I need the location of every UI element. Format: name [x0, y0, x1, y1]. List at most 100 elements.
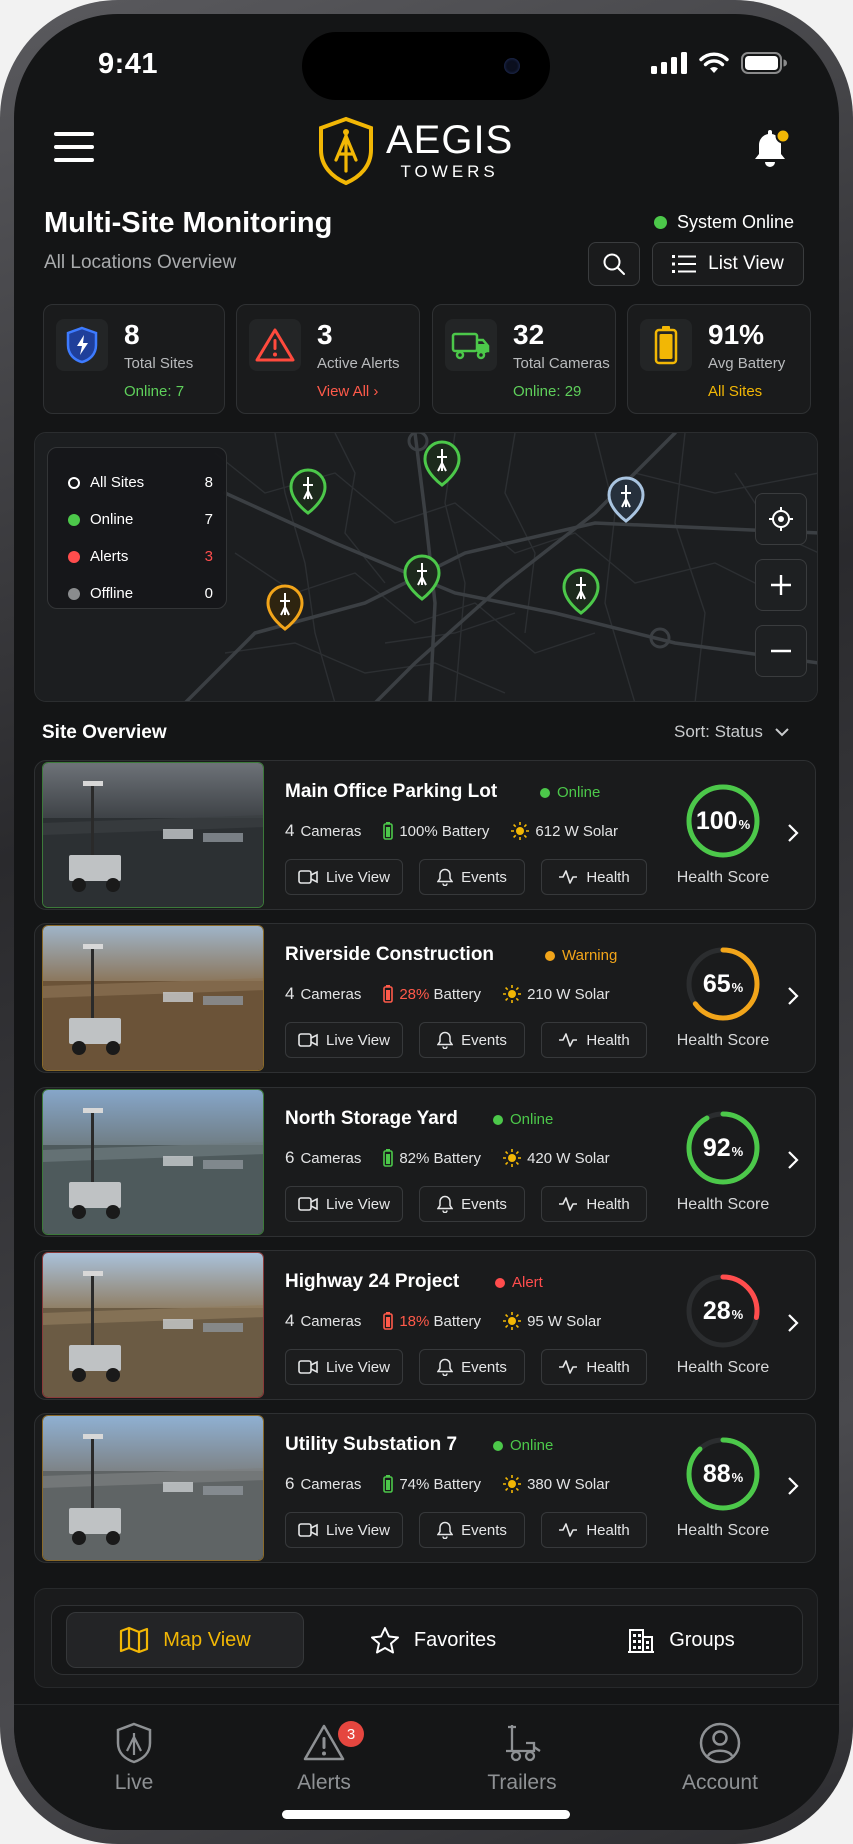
legend-all-sites[interactable]: All Sites 8 — [68, 474, 213, 491]
health-button[interactable]: Health — [541, 1349, 647, 1385]
site-status-badge: Online — [493, 1437, 553, 1454]
site-actions: Live View Events Health — [285, 859, 647, 895]
battery-icon — [383, 1312, 394, 1330]
tab-trailers[interactable]: Trailers — [452, 1721, 592, 1795]
chevron-right-icon[interactable] — [787, 1150, 799, 1170]
status-dot — [545, 950, 555, 961]
bell-icon — [755, 128, 791, 167]
home-indicator[interactable] — [282, 1810, 570, 1819]
site-actions: Live View Events Health — [285, 1022, 647, 1058]
site-card[interactable]: North Storage Yard Online 6 Cameras 82% B… — [34, 1087, 816, 1237]
health-button[interactable]: Health — [541, 1022, 647, 1058]
map-view-tab[interactable]: Map View — [66, 1612, 304, 1668]
health-score-value: 92% — [702, 1133, 744, 1162]
wifi-icon — [699, 52, 729, 73]
sites-map[interactable]: All Sites 8 Online 7 Alerts 3 Offline 0 — [34, 432, 818, 702]
live-view-button[interactable]: Live View — [285, 1512, 403, 1548]
zoom-in-button[interactable] — [755, 559, 807, 611]
live-view-button[interactable]: Live View — [285, 1022, 403, 1058]
legend-offline[interactable]: Offline 0 — [68, 585, 213, 602]
live-view-button[interactable]: Live View — [285, 1349, 403, 1385]
cameras-count: 6 Cameras — [285, 1148, 362, 1167]
events-button[interactable]: Events — [419, 1512, 525, 1548]
pulse-icon — [559, 870, 578, 884]
favorites-tab[interactable]: Favorites — [314, 1612, 552, 1668]
search-button[interactable] — [588, 242, 640, 286]
health-button[interactable]: Health — [541, 859, 647, 895]
status-dot — [654, 216, 667, 229]
site-card[interactable]: Highway 24 Project Alert 4 Cameras 18% Ba… — [34, 1250, 816, 1400]
stat-card-sites[interactable]: 8 Total Sites Online: 7 — [43, 304, 225, 414]
zoom-out-button[interactable] — [755, 625, 807, 677]
health-button[interactable]: Health — [541, 1512, 647, 1548]
stat-value: 32 — [513, 319, 545, 350]
health-score-ring: 100% — [683, 781, 763, 861]
stat-card-alerts[interactable]: 3 Active Alerts View All › — [236, 304, 420, 414]
pulse-icon — [559, 1523, 578, 1537]
stat-label: Total Sites — [124, 355, 194, 372]
bell-icon — [437, 1521, 454, 1539]
site-card[interactable]: Riverside Construction Warning 4 Cameras … — [34, 923, 816, 1073]
bell-icon — [437, 1195, 454, 1213]
chevron-right-icon[interactable] — [787, 1313, 799, 1333]
site-card[interactable]: Utility Substation 7 Online 6 Cameras 74%… — [34, 1413, 816, 1563]
star-icon — [370, 1627, 399, 1654]
stat-label: Total Cameras — [513, 355, 610, 372]
section-title: Site Overview — [42, 722, 167, 743]
solar-output: 210 W Solar — [503, 985, 610, 1003]
live-view-button[interactable]: Live View — [285, 1186, 403, 1222]
status-dot — [495, 1277, 505, 1288]
site-thumbnail — [42, 925, 264, 1071]
chevron-down-icon — [775, 727, 789, 736]
menu-icon[interactable] — [54, 132, 94, 162]
health-score-ring: 28% — [683, 1271, 763, 1351]
health-button[interactable]: Health — [541, 1186, 647, 1222]
site-status-badge: Warning — [545, 947, 617, 964]
sun-icon — [503, 1149, 522, 1167]
health-score-label: Health Score — [676, 1522, 770, 1539]
health-score-value: 65% — [702, 969, 744, 998]
list-view-button[interactable]: List View — [652, 242, 804, 286]
cameras-count: 4 Cameras — [285, 1311, 362, 1330]
video-icon — [298, 870, 318, 884]
sort-dropdown[interactable]: Sort: Status — [674, 722, 789, 742]
chevron-right-icon[interactable] — [787, 823, 799, 843]
alerts-badge: 3 — [338, 1721, 364, 1747]
locate-button[interactable] — [755, 493, 807, 545]
site-meta: 4 Cameras 18% Battery 95 W Solar — [285, 1311, 623, 1331]
brand-logo: AEGIS TOWERS — [316, 116, 513, 186]
events-button[interactable]: Events — [419, 1349, 525, 1385]
tab-alerts[interactable]: Alerts 3 — [254, 1721, 394, 1795]
battery-icon — [640, 319, 692, 371]
crosshair-icon — [769, 507, 793, 531]
site-thumbnail — [42, 1089, 264, 1235]
groups-tab[interactable]: Groups — [562, 1612, 800, 1668]
health-score-label: Health Score — [676, 1359, 770, 1376]
chevron-right-icon[interactable] — [787, 1476, 799, 1496]
map-legend: All Sites 8 Online 7 Alerts 3 Offline 0 — [47, 447, 227, 609]
live-view-button[interactable]: Live View — [285, 859, 403, 895]
app-screen: 9:41 AEGIS TOWERS Multi-Site Monitoring … — [14, 14, 839, 1830]
solar-output: 612 W Solar — [511, 822, 618, 840]
tab-account[interactable]: Account — [650, 1721, 790, 1795]
page-subtitle: All Locations Overview — [44, 252, 237, 273]
notification-button[interactable] — [748, 126, 792, 170]
pulse-icon — [559, 1197, 578, 1211]
site-name: Main Office Parking Lot — [285, 781, 498, 802]
events-button[interactable]: Events — [419, 1022, 525, 1058]
stat-card-cameras[interactable]: 32 Total Cameras Online: 29 — [432, 304, 616, 414]
cameras-count: 4 Cameras — [285, 821, 362, 840]
chevron-right-icon[interactable] — [787, 986, 799, 1006]
tab-live[interactable]: Live — [64, 1721, 204, 1795]
events-button[interactable]: Events — [419, 859, 525, 895]
site-card[interactable]: Main Office Parking Lot Online 4 Cameras … — [34, 760, 816, 910]
battery-level: 74% Battery — [383, 1475, 481, 1493]
stat-card-battery[interactable]: 91% Avg Battery All Sites — [627, 304, 811, 414]
view-switcher: Map View Favorites Groups — [34, 1588, 818, 1688]
events-button[interactable]: Events — [419, 1186, 525, 1222]
view-all-alerts-link[interactable]: View All › — [317, 383, 378, 400]
battery-icon — [383, 1475, 394, 1493]
legend-alerts[interactable]: Alerts 3 — [68, 548, 213, 565]
stat-sub: Online: 29 — [513, 383, 582, 400]
legend-online[interactable]: Online 7 — [68, 511, 213, 528]
